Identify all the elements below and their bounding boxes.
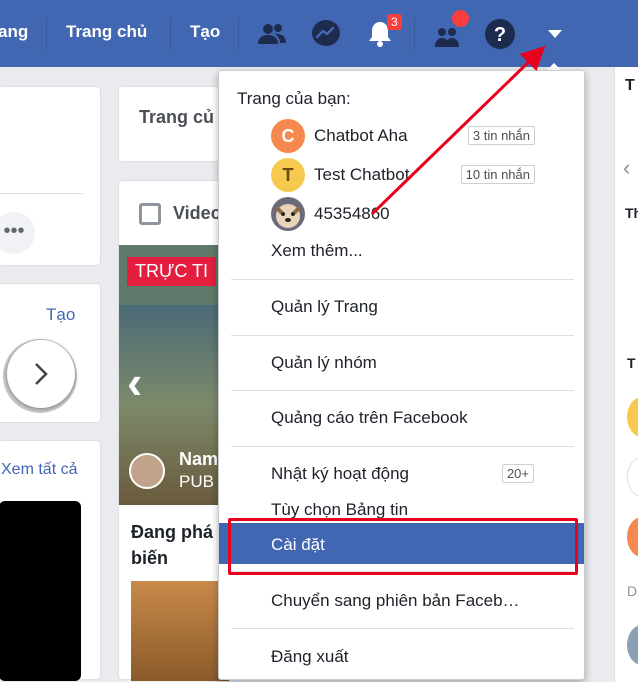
video-feed-card: Videc ‹ Nam PUB TRỰC TI Đang phá biến: [118, 180, 229, 681]
trending-text: Đang phá biến: [131, 522, 214, 568]
contact-avatar[interactable]: [627, 397, 638, 437]
top-navigation-bar: ang Trang chủ Tạo 3 ?: [0, 0, 638, 67]
nav-home-link[interactable]: Trang chủ: [66, 22, 147, 42]
divider: [231, 446, 574, 447]
nav-separator: [170, 18, 171, 50]
page-item-45354860[interactable]: 45354860: [271, 197, 535, 231]
manage-groups-item[interactable]: Quản lý nhóm: [271, 353, 377, 373]
trending-video-thumbnail[interactable]: [131, 581, 229, 681]
manage-pages-item[interactable]: Quản lý Trang: [271, 297, 378, 317]
page-avatar: C: [271, 119, 305, 153]
logout-item[interactable]: Đăng xuất: [271, 647, 349, 667]
more-options-button[interactable]: •••: [0, 212, 35, 254]
streamer-subtitle: PUB: [179, 472, 214, 491]
right-sidebar: T ‹ Th T D: [614, 67, 638, 682]
next-stories-button[interactable]: [7, 340, 75, 408]
nav-create-link[interactable]: Tạo: [190, 22, 220, 42]
activity-log-item[interactable]: Nhật ký hoạt động: [271, 464, 409, 484]
chevron-right-icon: [35, 363, 48, 385]
friend-requests-icon[interactable]: [252, 14, 292, 54]
streamer-avatar: [129, 453, 165, 489]
annotation-highlight-box: [228, 518, 578, 575]
page-item-test-chatbot[interactable]: T Test Chatbot 10 tin nhắn: [271, 158, 535, 192]
contact-avatar[interactable]: [627, 457, 638, 497]
right-col-letter: D: [627, 583, 638, 599]
facebook-ads-item[interactable]: Quảng cáo trên Facebook: [271, 408, 468, 428]
divider: [231, 628, 574, 629]
page-name: 45354860: [314, 204, 390, 223]
groups-dot-badge: [452, 10, 469, 27]
chevron-left-icon[interactable]: ‹: [127, 355, 142, 409]
stories-card: Tạo: [0, 283, 101, 423]
contact-avatar[interactable]: [627, 625, 638, 665]
composer-card: •••: [0, 86, 101, 266]
activity-count-badge: 20+: [501, 464, 534, 483]
see-more-pages-link[interactable]: Xem thêm...: [271, 241, 363, 261]
divider: [231, 279, 574, 280]
contact-avatar[interactable]: [627, 517, 638, 557]
right-col-letter: Th: [625, 205, 638, 221]
switch-version-item[interactable]: Chuyển sang phiên bản Faceb…: [271, 591, 520, 611]
dog-avatar-icon: [271, 197, 305, 231]
page-avatar: T: [271, 158, 305, 192]
divider: [231, 390, 574, 391]
nav-separator: [238, 18, 239, 50]
news-feed-preferences-item[interactable]: Tùy chọn Bảng tin: [271, 500, 408, 520]
your-pages-card: Trang củ: [118, 86, 228, 162]
videos-title: Videc: [173, 203, 221, 223]
see-all-link[interactable]: Xem tất cả: [1, 461, 77, 479]
help-icon[interactable]: ?: [480, 14, 520, 54]
video-icon: [139, 203, 161, 225]
your-pages-heading: Trang của bạn:: [237, 89, 351, 108]
notification-count-badge: 3: [387, 14, 402, 30]
divider: [231, 335, 574, 336]
live-badge: TRỰC TI: [127, 257, 217, 286]
videos-section-card: Xem tất cả: [0, 440, 101, 681]
nav-separator: [414, 18, 415, 50]
create-story-link[interactable]: Tạo: [46, 305, 75, 325]
page-item-chatbot-aha[interactable]: C Chatbot Aha 3 tin nhắn: [271, 119, 535, 153]
nav-profile-link[interactable]: ang: [0, 22, 28, 42]
video-thumbnail[interactable]: [0, 501, 81, 681]
chevron-left-icon[interactable]: ‹: [623, 155, 630, 181]
divider: [0, 193, 83, 194]
pages-card-title: Trang củ: [139, 107, 215, 127]
message-count-badge: 10 tin nhắn: [460, 165, 535, 184]
nav-separator: [46, 18, 47, 50]
message-count-badge: 3 tin nhắn: [467, 126, 535, 145]
account-dropdown-menu: Trang của bạn: C Chatbot Aha 3 tin nhắn …: [218, 70, 585, 680]
page-name: Test Chatbot: [314, 165, 410, 184]
svg-text:?: ?: [494, 24, 506, 46]
streamer-name: Nam: [179, 449, 219, 469]
account-menu-chevron-down-icon[interactable]: [535, 14, 575, 54]
right-col-letter: T: [625, 77, 635, 94]
page-name: Chatbot Aha: [314, 126, 408, 145]
right-col-letter: T: [627, 355, 636, 371]
messenger-icon[interactable]: [306, 14, 346, 54]
